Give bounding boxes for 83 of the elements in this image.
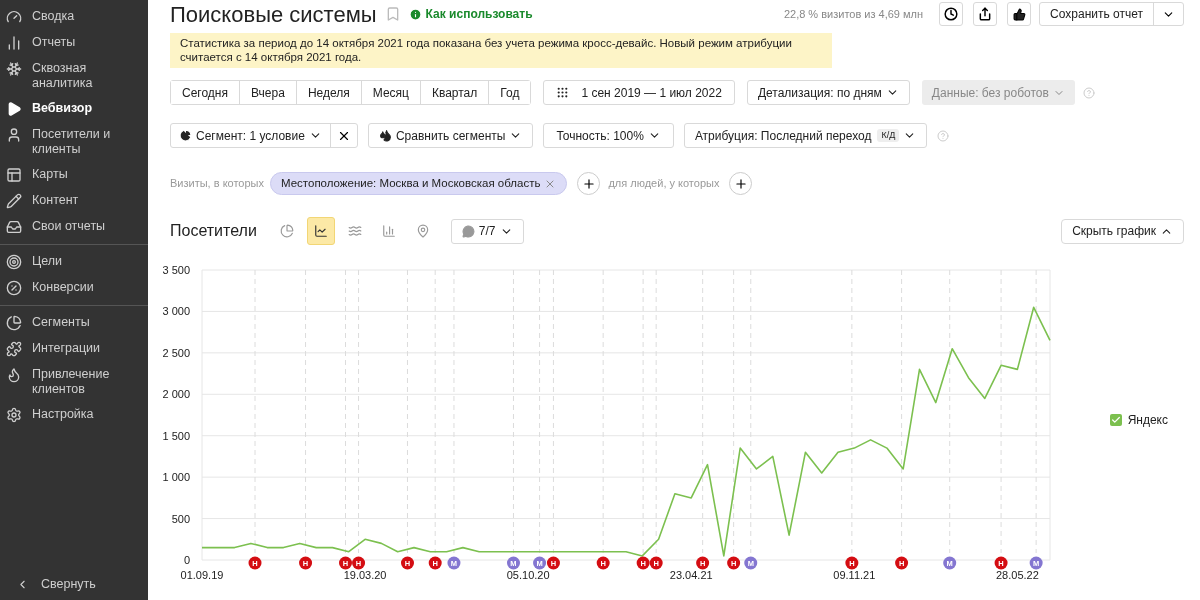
people-condition-label: для людей, у которых	[608, 176, 720, 192]
pie-chart-icon	[6, 315, 22, 331]
chart-title: Посетители	[170, 221, 257, 241]
sidebar-item[interactable]: Цели	[0, 249, 148, 275]
share-button[interactable]	[973, 2, 998, 26]
line-chart-icon	[313, 224, 328, 238]
play-icon	[6, 101, 22, 117]
y-tick-label: 1 500	[162, 429, 190, 442]
notes-dropdown[interactable]: 7/7	[450, 218, 524, 244]
compare-segments-dropdown[interactable]: Сравнить сегменты	[367, 123, 534, 148]
detail-dropdown[interactable]: Детализация: по дням	[746, 80, 910, 105]
pie-chart-icon	[179, 129, 192, 142]
sidebar-item[interactable]: Вебвизор	[0, 96, 148, 122]
calendar-icon	[556, 86, 570, 99]
sidebar-item[interactable]: Карты	[0, 162, 148, 188]
attribution-dropdown[interactable]: Атрибуция: Последний переход К/Д	[683, 123, 928, 148]
pencil-icon	[6, 193, 22, 209]
plus-icon	[581, 176, 596, 191]
share-icon	[978, 7, 993, 21]
target-icon	[6, 254, 22, 270]
sidebar-item[interactable]: Интеграции	[0, 336, 148, 362]
visits-condition-label: Визиты, в которых	[170, 176, 264, 192]
x-tick-label: 09.11.21	[833, 569, 876, 581]
layout-icon	[6, 167, 22, 183]
drops-icon	[378, 129, 392, 142]
x-tick-label: 01.09.19	[180, 569, 224, 581]
bar-chart-icon	[6, 35, 22, 51]
y-tick-label: 0	[183, 554, 190, 566]
period-tab[interactable]: Год	[488, 81, 531, 104]
location-filter-chip[interactable]: Местоположение: Москва и Московская область	[270, 172, 568, 195]
settings-icon	[6, 407, 22, 423]
compare-button[interactable]	[1007, 2, 1032, 26]
y-tick-label: 3 500	[162, 264, 190, 276]
column-chart-icon	[381, 224, 396, 238]
x-tick-label: 28.05.22	[995, 569, 1039, 581]
sidebar-item[interactable]: Привлечение клиентов	[0, 362, 148, 402]
info-icon	[408, 7, 422, 21]
collapse-button[interactable]: Свернуть	[0, 569, 148, 600]
help-icon[interactable]	[937, 129, 950, 142]
sidebar-item[interactable]: Сегменты	[0, 310, 148, 336]
chart-type-button[interactable]	[306, 217, 335, 245]
notice-banner: Статистика за период до 14 октября 2021 года показана без учета режима кросс-девайс. Новый режим атрибуции считается с 14 октября 2021 года.	[170, 33, 832, 68]
sidebar-item[interactable]: Посетители и клиенты	[0, 122, 148, 162]
x-tick-label: 19.03.20	[343, 569, 387, 581]
clock-icon	[944, 7, 959, 21]
snowflake-icon	[6, 61, 22, 77]
sidebar-item[interactable]: Сквозная аналитика	[0, 56, 148, 96]
sidebar-item[interactable]: Сводка	[0, 4, 148, 30]
x-tick-label: 23.04.21	[669, 569, 713, 581]
sidebar-item[interactable]: Настройка	[0, 402, 148, 428]
sidebar-item[interactable]: Свои отчеты	[0, 214, 148, 240]
legend-label: Яндекс	[1127, 412, 1168, 429]
percent-icon	[6, 280, 22, 296]
inbox-icon	[6, 219, 22, 235]
y-tick-label: 2 000	[162, 388, 190, 401]
puzzle-icon	[6, 341, 22, 357]
user-icon	[6, 127, 22, 143]
thumbs-icon	[1012, 7, 1026, 21]
date-range-button[interactable]: 1 сен 2019 — 1 июл 2022	[543, 80, 735, 105]
map-pin-icon	[415, 224, 430, 238]
pie-chart-icon	[279, 224, 294, 238]
waves-icon	[347, 224, 362, 238]
hide-chart-button[interactable]: Скрыть график	[1061, 218, 1184, 244]
sidebar-item[interactable]: Отчеты	[0, 30, 148, 56]
y-tick-label: 2 500	[162, 346, 190, 359]
cross-device-badge: К/Д	[877, 128, 900, 143]
sample-info: 22,8 % визитов из 4,69 млн	[783, 6, 924, 22]
help-link[interactable]: Как использовать	[408, 5, 533, 23]
x-tick-label: 05.10.20	[506, 569, 550, 581]
plus-icon	[733, 176, 748, 191]
gauge-icon	[6, 9, 22, 25]
flame-icon	[6, 367, 22, 383]
accuracy-dropdown[interactable]: Точность: 100%	[543, 123, 674, 148]
comment-icon	[461, 224, 475, 238]
y-tick-label: 500	[171, 512, 190, 525]
sidebar-item[interactable]: Контент	[0, 188, 148, 214]
legend-checkbox[interactable]	[1109, 414, 1122, 426]
y-tick-label: 1 000	[162, 471, 190, 484]
sidebar-item[interactable]: Конверсии	[0, 275, 148, 301]
help-icon[interactable]	[1082, 86, 1095, 99]
page-title: Поисковые системы	[170, 0, 377, 29]
history-button[interactable]	[939, 2, 964, 26]
y-tick-label: 3 000	[162, 305, 190, 318]
